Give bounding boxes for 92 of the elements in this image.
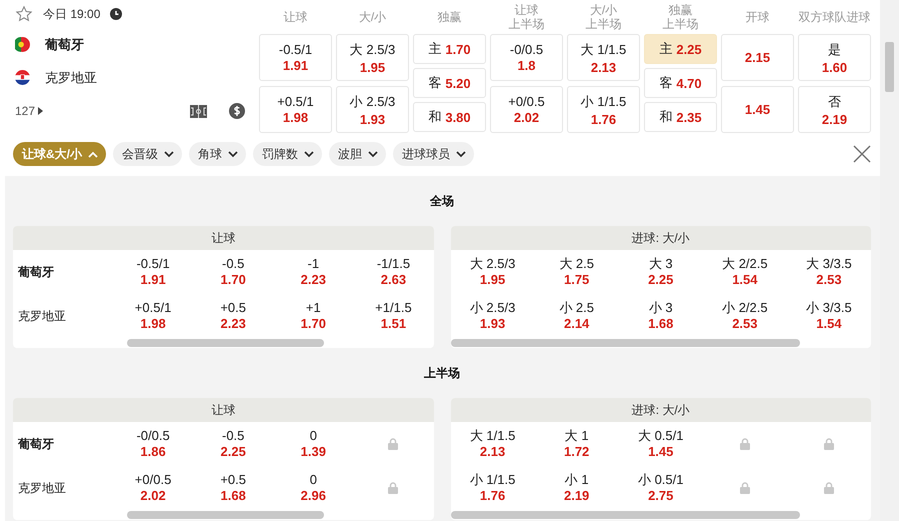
column-header: 让球 xyxy=(514,3,538,17)
table-title: 让球 xyxy=(211,230,236,246)
flag-icon xyxy=(15,70,30,85)
odds-cell[interactable]: +0.5 1.68 xyxy=(193,466,274,510)
market-count[interactable]: 127 xyxy=(15,104,36,118)
odds-cell[interactable]: 大 1/1.5 2.13 xyxy=(450,422,535,466)
odds-button[interactable]: 小 2.5/3 1.93 xyxy=(336,86,409,133)
odds-cell[interactable]: +0.5 2.23 xyxy=(193,294,274,338)
section-title: 全场 xyxy=(430,192,454,210)
team-name: 克罗地亚 xyxy=(45,68,97,86)
odds-button[interactable]: 和 2.35 xyxy=(644,102,717,132)
odds-cell[interactable]: -0.5 1.70 xyxy=(193,250,274,294)
clock-icon xyxy=(110,8,122,20)
caret-icon xyxy=(456,150,466,158)
odds-cell[interactable]: -0/0.5 1.86 xyxy=(113,422,194,466)
column-header: 上半场 xyxy=(508,17,544,31)
team-name: 葡萄牙 xyxy=(18,264,54,280)
caret-icon xyxy=(368,150,378,158)
odds-cell[interactable]: +1/1.5 1.51 xyxy=(353,294,434,338)
team-name: 葡萄牙 xyxy=(45,36,84,54)
team-name: 克罗地亚 xyxy=(18,308,66,324)
caret-icon xyxy=(304,150,314,158)
odds-button[interactable]: 1.45 xyxy=(721,86,794,133)
team-name: 克罗地亚 xyxy=(18,480,66,496)
team-name: 葡萄牙 xyxy=(18,436,54,452)
odds-cell[interactable]: -0.5 2.25 xyxy=(193,422,274,466)
flag-icon xyxy=(15,37,30,52)
filter-chip[interactable]: 会晋级 xyxy=(113,142,182,166)
odds-cell[interactable]: 小 2/2.5 2.53 xyxy=(702,294,787,338)
odds-cell[interactable]: +0/0.5 2.02 xyxy=(113,466,194,510)
column-header: 独赢 xyxy=(668,3,692,17)
filter-chip[interactable]: 罚牌数 xyxy=(253,142,322,166)
column-header: 独赢 xyxy=(438,10,462,24)
odds-button[interactable]: 客 5.20 xyxy=(413,68,486,98)
odds-button[interactable]: 小 1/1.5 1.76 xyxy=(567,86,640,133)
column-header: 上半场 xyxy=(586,17,622,31)
odds-button[interactable]: 是 1.60 xyxy=(798,34,871,81)
odds-button[interactable]: 主 2.25 xyxy=(644,34,717,64)
odds-button[interactable]: 否 2.19 xyxy=(798,86,871,133)
odds-cell[interactable]: 大 2.5 1.75 xyxy=(534,250,619,294)
caret-icon xyxy=(88,150,98,158)
section-title: 上半场 xyxy=(424,364,460,382)
odds-button[interactable]: 客 4.70 xyxy=(644,68,717,98)
odds-button[interactable]: -0/0.5 1.8 xyxy=(490,34,563,81)
odds-cell[interactable]: 大 0.5/1 1.45 xyxy=(618,422,703,466)
odds-cell[interactable]: -1 2.23 xyxy=(273,250,354,294)
odds-cell[interactable]: 大 2/2.5 1.54 xyxy=(702,250,787,294)
caret-icon xyxy=(164,150,174,158)
odds-cell[interactable]: 大 2.5/3 1.95 xyxy=(450,250,535,294)
odds-button[interactable]: 和 3.80 xyxy=(413,102,486,132)
odds-cell[interactable]: 小 0.5/1 2.75 xyxy=(618,466,703,510)
caret-icon xyxy=(228,150,238,158)
column-header: 让球 xyxy=(284,10,308,24)
filter-chip[interactable]: 角球 xyxy=(189,142,246,166)
odds-button[interactable]: 主 1.70 xyxy=(413,34,486,64)
odds-button[interactable]: +0/0.5 2.02 xyxy=(490,86,563,133)
odds-button[interactable]: 大 2.5/3 1.95 xyxy=(336,34,409,81)
odds-cell[interactable]: 大 3/3.5 2.53 xyxy=(786,250,871,294)
odds-button[interactable]: 大 1/1.5 2.13 xyxy=(567,34,640,81)
odds-cell[interactable]: -1/1.5 2.63 xyxy=(353,250,434,294)
table-title: 进球: 大/小 xyxy=(632,230,690,246)
odds-cell[interactable]: 0 2.96 xyxy=(273,466,354,510)
expand-icon[interactable] xyxy=(38,107,44,115)
column-header: 大/小 xyxy=(590,3,618,17)
odds-cell[interactable]: 0 1.39 xyxy=(273,422,354,466)
odds-button[interactable]: -0.5/1 1.91 xyxy=(259,34,332,81)
odds-cell[interactable]: 大 1 1.72 xyxy=(534,422,619,466)
close-icon[interactable] xyxy=(852,144,872,164)
odds-cell[interactable]: 小 3 1.68 xyxy=(618,294,703,338)
match-time: 今日 19:00 xyxy=(43,6,100,22)
odds-cell[interactable]: +0.5/1 1.98 xyxy=(113,294,194,338)
table-title: 进球: 大/小 xyxy=(632,402,690,418)
filter-chip[interactable]: 进球球员 xyxy=(393,142,474,166)
column-header: 开球 xyxy=(746,10,770,24)
filter-chip[interactable]: 波胆 xyxy=(329,142,386,166)
dollar-icon[interactable] xyxy=(229,103,245,119)
column-header: 大/小 xyxy=(358,10,386,24)
odds-cell[interactable]: -0.5/1 1.91 xyxy=(113,250,194,294)
pitch-icon[interactable] xyxy=(190,104,207,118)
odds-button[interactable]: +0.5/1 1.98 xyxy=(259,86,332,133)
table-title: 让球 xyxy=(211,402,236,418)
odds-cell[interactable]: +1 1.70 xyxy=(273,294,354,338)
column-header: 双方球队进球 xyxy=(798,10,870,24)
column-header: 上半场 xyxy=(662,17,698,31)
odds-cell[interactable]: 小 2.5/3 1.93 xyxy=(450,294,535,338)
odds-cell[interactable]: 小 1/1.5 1.76 xyxy=(450,466,535,510)
odds-cell[interactable]: 小 2.5 2.14 xyxy=(534,294,619,338)
odds-button[interactable]: 2.15 xyxy=(721,34,794,81)
odds-cell[interactable]: 小 1 2.19 xyxy=(534,466,619,510)
odds-cell[interactable]: 小 3/3.5 1.54 xyxy=(786,294,871,338)
odds-cell[interactable]: 大 3 2.25 xyxy=(618,250,703,294)
star-icon[interactable] xyxy=(15,5,33,23)
